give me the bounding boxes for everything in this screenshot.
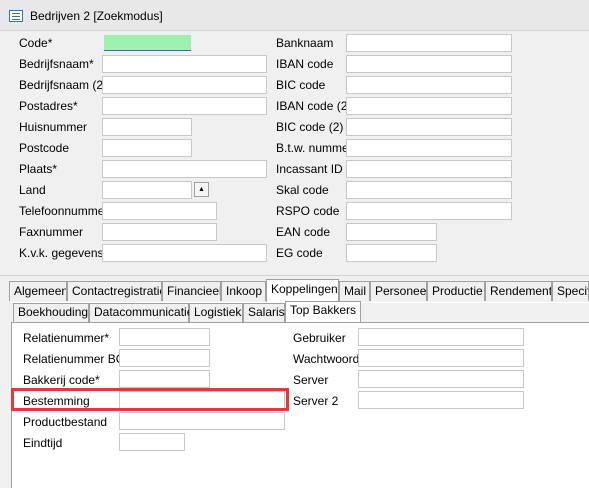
form-window-icon [9, 10, 23, 22]
label-wachtwoord: Wachtwoord [293, 352, 360, 366]
label-bedrijfsnaam: Bedrijfsnaam* [19, 57, 94, 71]
label-postcode: Postcode [19, 141, 70, 155]
label-bedrijfsnaam-2: Bedrijfsnaam (2) [19, 78, 108, 92]
land-field[interactable] [102, 181, 192, 199]
bic-2-field[interactable] [346, 118, 512, 136]
ean-field[interactable] [346, 223, 437, 241]
label-banknaam: Banknaam [276, 36, 334, 50]
land-dropdown-button[interactable]: ▲ [194, 182, 209, 197]
window-title: Bedrijven 2 [Zoekmodus] [30, 9, 163, 23]
label-relatienummer: Relatienummer* [23, 331, 110, 345]
subtab-logistiek[interactable]: Logistiek [189, 303, 243, 322]
label-code: Code* [19, 36, 53, 50]
postadres-field[interactable] [102, 97, 267, 115]
eg-field[interactable] [346, 244, 437, 262]
label-server-2: Server 2 [293, 394, 339, 408]
wachtwoord-field[interactable] [358, 349, 524, 367]
tab-koppelingen[interactable]: Koppelingen [266, 279, 339, 302]
relatienummer-field[interactable] [119, 328, 210, 346]
label-postadres: Postadres* [19, 99, 78, 113]
kvk-field[interactable] [102, 244, 267, 262]
postcode-field[interactable] [102, 139, 192, 157]
faxnummer-field[interactable] [102, 223, 217, 241]
label-bic-2: BIC code (2) [276, 120, 344, 134]
label-huisnummer: Huisnummer [19, 120, 88, 134]
subtab-datacommunicatie[interactable]: Datacommunicatie [89, 303, 193, 322]
subtab-top-bakkers[interactable]: Top Bakkers [285, 301, 361, 322]
label-faxnummer: Faxnummer [19, 225, 84, 239]
label-server: Server [293, 373, 329, 387]
label-bakkerij-code: Bakkerij code* [23, 373, 100, 387]
tab-specifiek[interactable]: Specifi [552, 281, 589, 301]
rspo-field[interactable] [346, 202, 512, 220]
title-bar: Bedrijven 2 [Zoekmodus] [0, 0, 589, 31]
eindtijd-field[interactable] [119, 433, 185, 451]
label-eindtijd: Eindtijd [23, 436, 63, 450]
label-eg: EG code [276, 246, 323, 260]
label-incassant: Incassant ID [276, 162, 343, 176]
tab-financieel[interactable]: Financieel [162, 281, 221, 301]
tab-personeel[interactable]: Personeel [370, 281, 427, 301]
huisnummer-field[interactable] [102, 118, 192, 136]
label-telefoonnummer: Telefoonnummer [19, 204, 109, 218]
productbestand-field[interactable] [119, 412, 285, 430]
gebruiker-field[interactable] [358, 328, 524, 346]
plaats-field[interactable] [102, 160, 267, 178]
bakkerij-code-field[interactable] [119, 370, 210, 388]
bic-field[interactable] [346, 76, 512, 94]
incassant-field[interactable] [346, 160, 512, 178]
code-field[interactable] [104, 35, 191, 51]
tab-algemeen[interactable]: Algemeen [9, 281, 67, 301]
label-ean: EAN code [276, 225, 331, 239]
tab-mail[interactable]: Mail [339, 281, 370, 301]
iban-2-field[interactable] [346, 97, 512, 115]
tab-rendement[interactable]: Rendement [485, 281, 552, 301]
divider [0, 275, 589, 276]
label-rspo: RSPO code [276, 204, 340, 218]
label-iban: IBAN code [276, 57, 334, 71]
label-plaats: Plaats* [19, 162, 58, 176]
skal-field[interactable] [346, 181, 512, 199]
bestemming-highlight-box [11, 388, 289, 411]
iban-field[interactable] [346, 55, 512, 73]
label-btw: B.t.w. nummer [276, 141, 353, 155]
tab-contactregistratie[interactable]: Contactregistratie [67, 281, 162, 301]
subtab-salaris[interactable]: Salaris [243, 303, 285, 322]
tab-productie[interactable]: Productie [427, 281, 485, 301]
subtab-boekhouding[interactable]: Boekhouding [13, 303, 89, 322]
label-skal: Skal code [276, 183, 329, 197]
label-gebruiker: Gebruiker [293, 331, 346, 345]
label-bic: BIC code [276, 78, 326, 92]
tab-inkoop[interactable]: Inkoop [221, 281, 266, 301]
label-iban-2: IBAN code (2) [276, 99, 352, 113]
server-field[interactable] [358, 370, 524, 388]
server-2-field[interactable] [358, 391, 524, 409]
bedrijfsnaam-field[interactable] [102, 55, 267, 73]
relatienummer-bo-field[interactable] [119, 349, 210, 367]
btw-field[interactable] [346, 139, 512, 157]
banknaam-field[interactable] [346, 34, 512, 52]
label-land: Land [19, 183, 46, 197]
telefoonnummer-field[interactable] [102, 202, 217, 220]
bedrijfsnaam-2-field[interactable] [102, 76, 267, 94]
label-kvk: K.v.k. gegevens [19, 246, 104, 260]
label-relatienummer-bo: Relatienummer BO* [23, 352, 130, 366]
label-productbestand: Productbestand [23, 415, 108, 429]
